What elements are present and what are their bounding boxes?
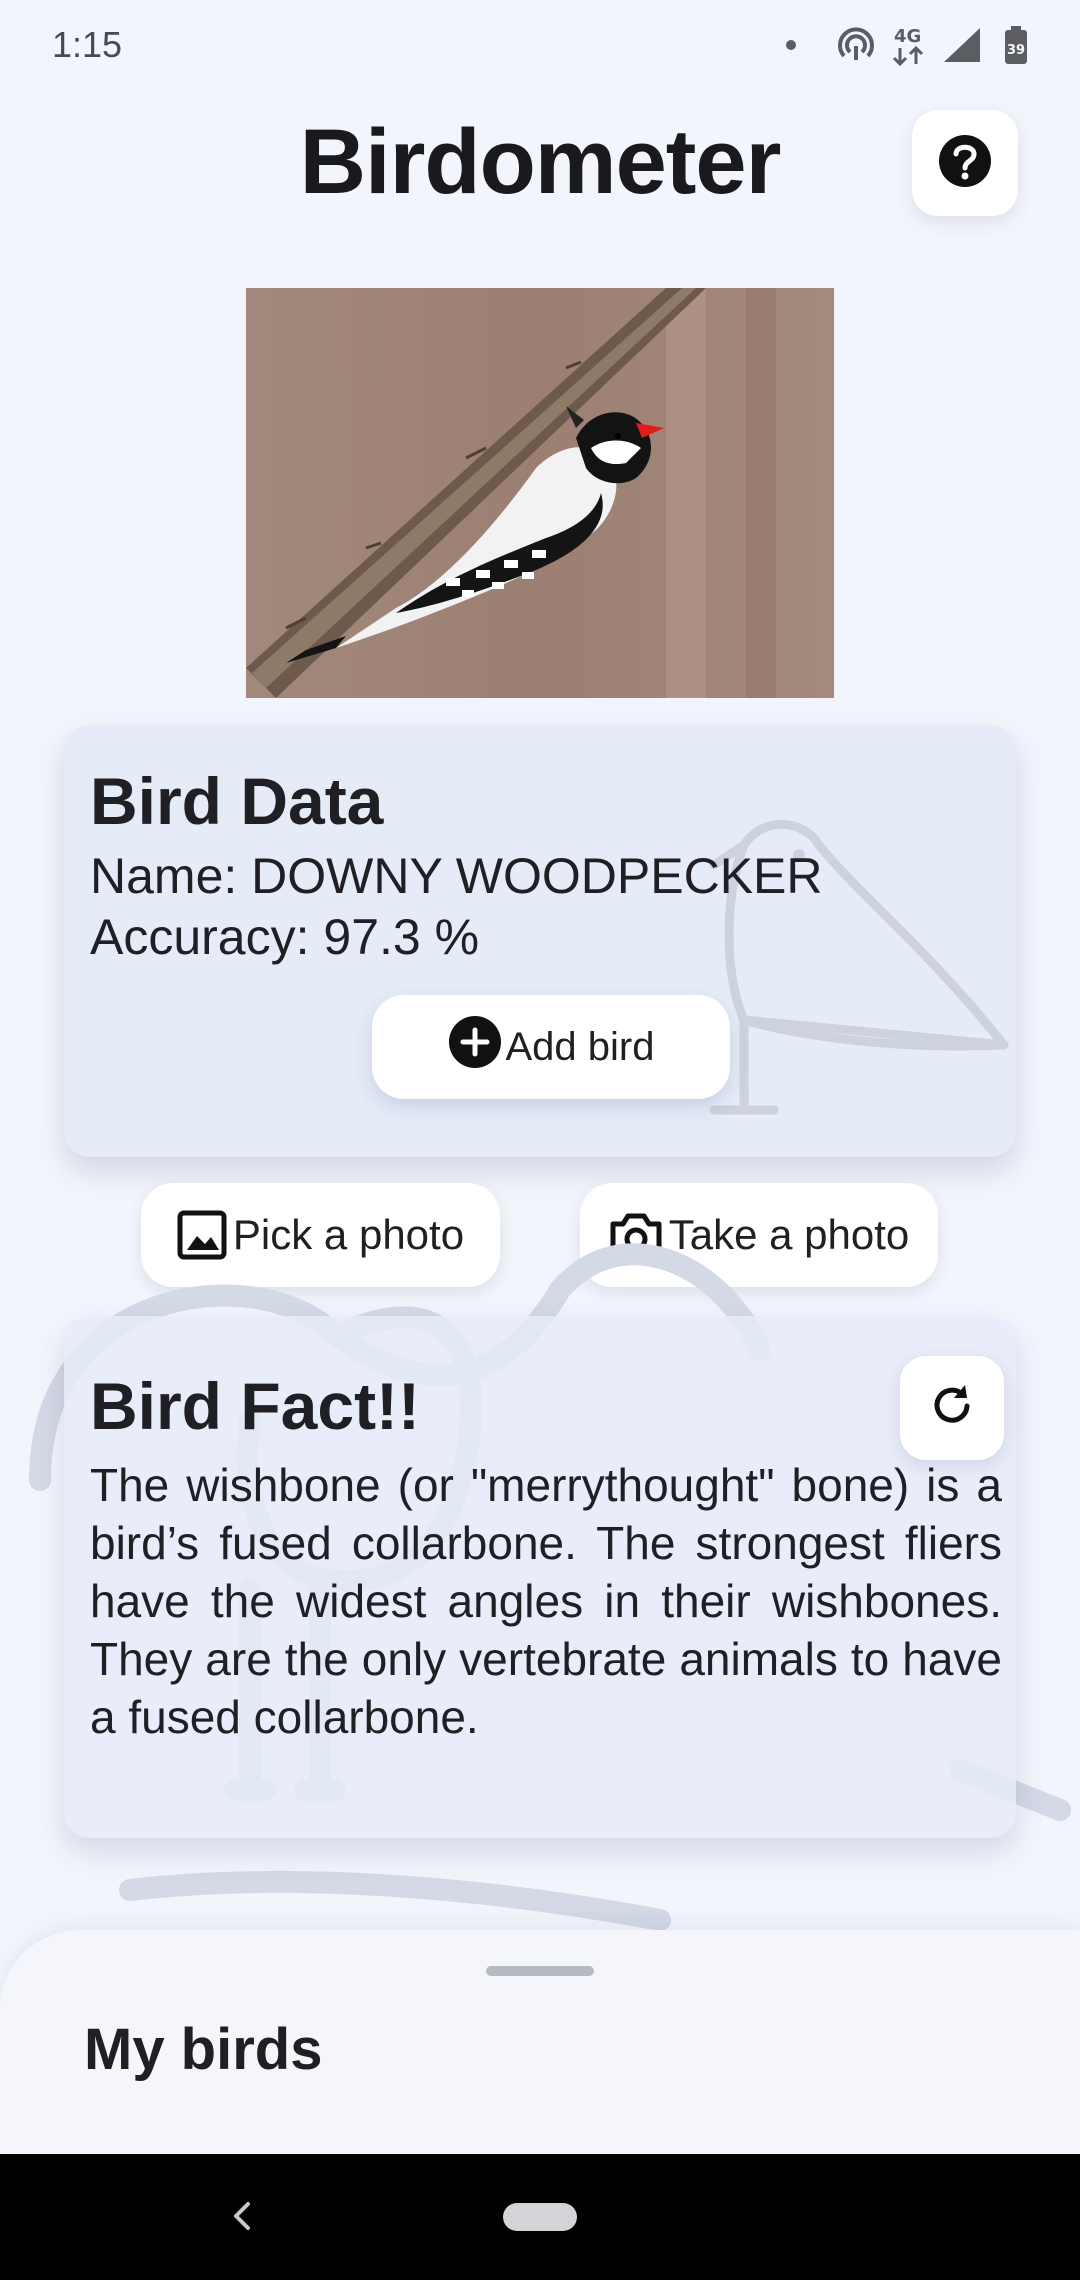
bird-outline-icon xyxy=(644,775,1016,1157)
my-birds-title: My birds xyxy=(84,2017,323,2082)
add-bird-button[interactable]: Add bird xyxy=(372,995,730,1099)
bird-data-title: Bird Data xyxy=(90,764,384,838)
help-button[interactable] xyxy=(912,110,1018,216)
status-time: 1:15 xyxy=(52,24,123,65)
accuracy-label: Accuracy: xyxy=(90,909,310,965)
add-bird-label: Add bird xyxy=(505,1024,655,1069)
status-bar: 1:15 4G 39 xyxy=(0,0,1080,92)
bird-fact-text: The wishbone (or "merrythought" bone) is… xyxy=(90,1459,1002,1743)
add-circle-icon xyxy=(448,1015,502,1079)
back-chevron-icon[interactable] xyxy=(222,2196,262,2236)
bird-data-card: Bird Data Name: DOWNY WOODPECKER Accurac… xyxy=(64,725,1016,1157)
battery-icon: 39 xyxy=(1002,22,1030,70)
battery-level: 39 xyxy=(1007,43,1025,58)
signal-icon xyxy=(942,22,982,70)
bird-name-label: Name: xyxy=(90,848,238,904)
bird-name-value: DOWNY WOODPECKER xyxy=(251,848,823,904)
notification-dot-icon xyxy=(784,38,798,86)
hotspot-icon xyxy=(836,22,876,70)
accuracy-value: 97.3 % xyxy=(323,909,480,965)
help-circle-icon xyxy=(937,133,993,194)
sheet-drag-handle[interactable] xyxy=(486,1966,594,1976)
refresh-icon xyxy=(927,1381,977,1436)
bird-fact-title: Bird Fact!! xyxy=(90,1369,420,1443)
bird-fact-card: Bird Fact!! The wishbone (or "merrythoug… xyxy=(64,1316,1016,1838)
network-label: 4G xyxy=(894,26,921,47)
bird-accuracy-row: Accuracy: 97.3 % xyxy=(90,908,479,966)
bird-name-row: Name: DOWNY WOODPECKER xyxy=(90,847,823,905)
network-4g-icon: 4G xyxy=(890,22,930,70)
home-pill[interactable] xyxy=(503,2203,577,2231)
my-birds-sheet[interactable]: My birds xyxy=(0,1930,1080,2154)
refresh-fact-button[interactable] xyxy=(900,1356,1004,1460)
bird-photo xyxy=(246,288,834,698)
